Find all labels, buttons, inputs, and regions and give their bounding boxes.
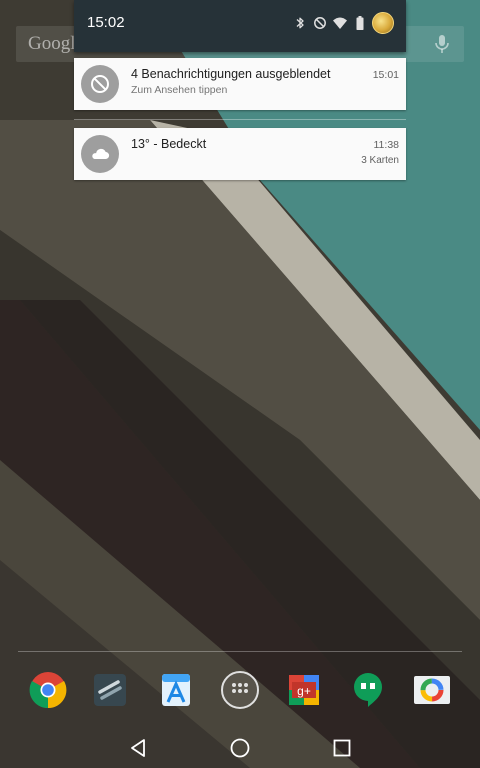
apps-icon[interactable] [154, 668, 198, 712]
recents-icon[interactable] [330, 736, 354, 760]
notification-title: 13° - Bedeckt [131, 137, 207, 151]
dock: g+ [0, 668, 480, 714]
status-icons [292, 12, 394, 34]
google-plus-icon[interactable]: g+ [282, 668, 326, 712]
back-icon[interactable] [126, 736, 150, 760]
cloud-icon [92, 148, 110, 160]
notification-list: 4 Benachrichtigungen ausgeblendet Zum An… [74, 58, 406, 180]
notification-time: 11:38 [373, 139, 400, 151]
bluetooth-icon [292, 15, 308, 31]
do-not-disturb-icon [312, 15, 328, 31]
do-not-disturb-icon [91, 75, 109, 93]
navigation-bar [0, 728, 480, 768]
dock-divider [18, 651, 462, 652]
chrome-icon[interactable] [26, 668, 70, 712]
wifi-icon [332, 15, 348, 31]
avatar[interactable] [372, 12, 394, 34]
notification-divider [74, 110, 406, 128]
battery-icon [352, 15, 368, 31]
notification-time: 15:01 [372, 69, 399, 81]
app-drawer-stack-icon[interactable] [88, 668, 132, 712]
hangouts-icon[interactable] [346, 668, 390, 712]
notification-card-count: 3 Karten [361, 155, 399, 166]
notification-hidden-summary[interactable]: 4 Benachrichtigungen ausgeblendet Zum An… [74, 58, 406, 110]
notification-title: 4 Benachrichtigungen ausgeblendet [131, 67, 331, 81]
photos-icon[interactable] [410, 668, 454, 712]
notification-weather[interactable]: 13° - Bedeckt 11:38 3 Karten [74, 128, 406, 180]
mic-icon[interactable] [430, 32, 454, 56]
home-icon[interactable] [228, 736, 252, 760]
svg-text:g+: g+ [297, 684, 311, 698]
all-apps-icon[interactable] [218, 668, 262, 712]
notification-shade-header[interactable]: 15:02 [74, 0, 406, 52]
status-bar-clock: 15:02 [87, 14, 125, 31]
notification-icon [81, 65, 119, 103]
home-screen: Google 15:02 4 Benachrichtigungen ausgeb… [0, 0, 480, 768]
notification-icon [81, 135, 119, 173]
notification-subtitle: Zum Ansehen tippen [131, 84, 228, 96]
